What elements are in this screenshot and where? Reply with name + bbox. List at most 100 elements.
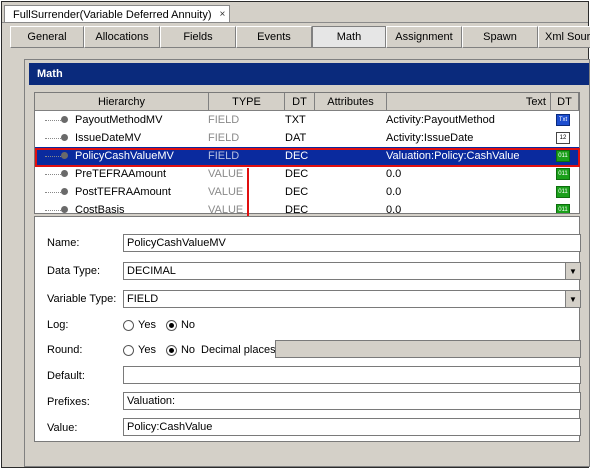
table-row[interactable]: PostTEFRAAmount VALUE DEC 0.0 011: [35, 183, 579, 201]
value-field[interactable]: Policy:CashValue: [123, 418, 581, 436]
row-name: PreTEFRAAmount: [75, 168, 167, 180]
round-radio-group: Yes No Decimal places:: [123, 344, 279, 356]
decimal-type-icon: 011: [556, 186, 570, 198]
name-field[interactable]: PolicyCashValueMV: [123, 234, 581, 252]
tab-label: Fields: [183, 31, 213, 43]
date-type-icon: 12: [556, 132, 570, 144]
tab-label: General: [27, 31, 67, 43]
log-radio-group: Yes No: [123, 319, 195, 331]
row-text: Activity:PayoutMethod: [386, 114, 495, 126]
row-type: VALUE: [208, 204, 244, 214]
tab-math[interactable]: Math: [312, 26, 386, 48]
row-type: VALUE: [208, 168, 244, 180]
decimal-type-icon: 011: [556, 204, 570, 213]
column-header-dt[interactable]: DT: [285, 93, 315, 111]
tree-node-icon: [61, 152, 68, 159]
math-variables-grid: Hierarchy TYPE DT Attributes Text DT Pay…: [34, 92, 580, 214]
variable-type-label: Variable Type:: [47, 293, 117, 305]
table-row[interactable]: IssueDateMV FIELD DAT Activity:IssueDate…: [35, 129, 579, 147]
column-header-text[interactable]: Text: [387, 93, 551, 111]
round-yes-radio[interactable]: [123, 344, 134, 356]
prefixes-field[interactable]: Valuation:: [123, 392, 581, 410]
row-dt: TXT: [285, 114, 306, 126]
row-dt: DEC: [285, 186, 309, 198]
name-label: Name:: [47, 237, 80, 249]
column-header-attributes[interactable]: Attributes: [315, 93, 387, 111]
row-name: PostTEFRAAmount: [75, 186, 171, 198]
text-type-icon: Txt: [556, 114, 570, 126]
tab-label: Events: [257, 31, 291, 43]
row-type: FIELD: [208, 114, 240, 126]
decimal-places-label: Decimal places:: [201, 344, 279, 356]
row-name: IssueDateMV: [75, 132, 142, 144]
tree-connector: [45, 174, 61, 175]
tree-node-icon: [61, 116, 68, 123]
name-value: PolicyCashValueMV: [127, 237, 226, 249]
value-value: Policy:CashValue: [127, 421, 213, 433]
row-dt: DEC: [285, 168, 309, 180]
row-name: PolicyCashValueMV: [75, 150, 174, 162]
decimal-places-field[interactable]: [275, 340, 581, 358]
row-type: FIELD: [208, 132, 240, 144]
tab-general[interactable]: General: [10, 26, 84, 48]
tab-allocations[interactable]: Allocations: [84, 26, 160, 48]
log-no-radio[interactable]: [165, 319, 177, 331]
tab-fields[interactable]: Fields: [160, 26, 236, 48]
chevron-down-icon[interactable]: ▼: [565, 263, 580, 279]
prefixes-value: Valuation:: [127, 395, 176, 407]
log-label: Log:: [47, 319, 69, 331]
value-label: Value:: [47, 422, 78, 434]
default-label: Default:: [47, 370, 85, 382]
tab-label: Spawn: [483, 31, 517, 43]
tab-label: Math: [336, 31, 362, 43]
log-yes-radio[interactable]: [123, 319, 134, 331]
tree-node-icon: [61, 134, 68, 141]
log-yes-label: Yes: [138, 319, 156, 331]
tab-assignment[interactable]: Assignment: [386, 26, 462, 48]
tree-node-icon: [61, 188, 68, 195]
row-text: 0.0: [386, 168, 402, 180]
data-type-select[interactable]: DECIMAL ▼: [123, 262, 581, 280]
variable-type-select[interactable]: FIELD ▼: [123, 290, 581, 308]
round-yes-label: Yes: [138, 344, 156, 356]
table-row[interactable]: CostBasis VALUE DEC 0.0 011: [35, 201, 579, 214]
document-tab-title: FullSurrender(Variable Deferred Annuity): [13, 8, 212, 21]
tab-events[interactable]: Events: [236, 26, 312, 48]
log-no-label: No: [180, 319, 196, 331]
row-dt: DEC: [285, 150, 309, 162]
row-name: PayoutMethodMV: [75, 114, 163, 126]
round-label: Round:: [47, 344, 83, 356]
column-header-dt-icon[interactable]: DT: [551, 93, 579, 111]
tab-spawn[interactable]: Spawn: [462, 26, 538, 48]
chevron-down-icon[interactable]: ▼: [565, 291, 580, 307]
table-row-selected[interactable]: PolicyCashValueMV FIELD DEC Valuation:Po…: [35, 147, 579, 165]
document-tab[interactable]: FullSurrender(Variable Deferred Annuity)…: [4, 5, 230, 23]
tab-xml-source[interactable]: Xml Source: [538, 26, 590, 48]
row-type: VALUE: [208, 186, 244, 198]
data-type-label: Data Type:: [47, 265, 100, 277]
variable-type-value: FIELD: [127, 293, 159, 305]
tree-connector: [45, 192, 61, 193]
row-text: 0.0: [386, 204, 402, 214]
tab-label: Allocations: [95, 31, 149, 43]
tree-node-icon: [61, 170, 68, 177]
round-no-label: No: [180, 344, 196, 356]
tree-connector: [45, 156, 61, 157]
column-header-hierarchy[interactable]: Hierarchy: [35, 93, 209, 111]
default-field[interactable]: [123, 366, 581, 384]
column-header-type[interactable]: TYPE: [209, 93, 285, 111]
tree-connector: [45, 138, 61, 139]
tree-connector: [45, 120, 61, 121]
table-row[interactable]: PayoutMethodMV FIELD TXT Activity:Payout…: [35, 111, 579, 129]
row-text: 0.0: [386, 186, 402, 198]
close-icon[interactable]: ×: [220, 9, 226, 20]
prefixes-label: Prefixes:: [47, 396, 90, 408]
decimal-type-icon: 011: [556, 150, 570, 162]
panel-title: Math: [29, 63, 589, 85]
table-row[interactable]: PreTEFRAAmount VALUE DEC 0.0 011: [35, 165, 579, 183]
tab-label: Assignment: [395, 31, 453, 43]
round-no-radio[interactable]: [165, 344, 177, 356]
decimal-type-icon: 011: [556, 168, 570, 180]
row-text: Valuation:Policy:CashValue: [386, 150, 520, 162]
row-text: Activity:IssueDate: [386, 132, 474, 144]
